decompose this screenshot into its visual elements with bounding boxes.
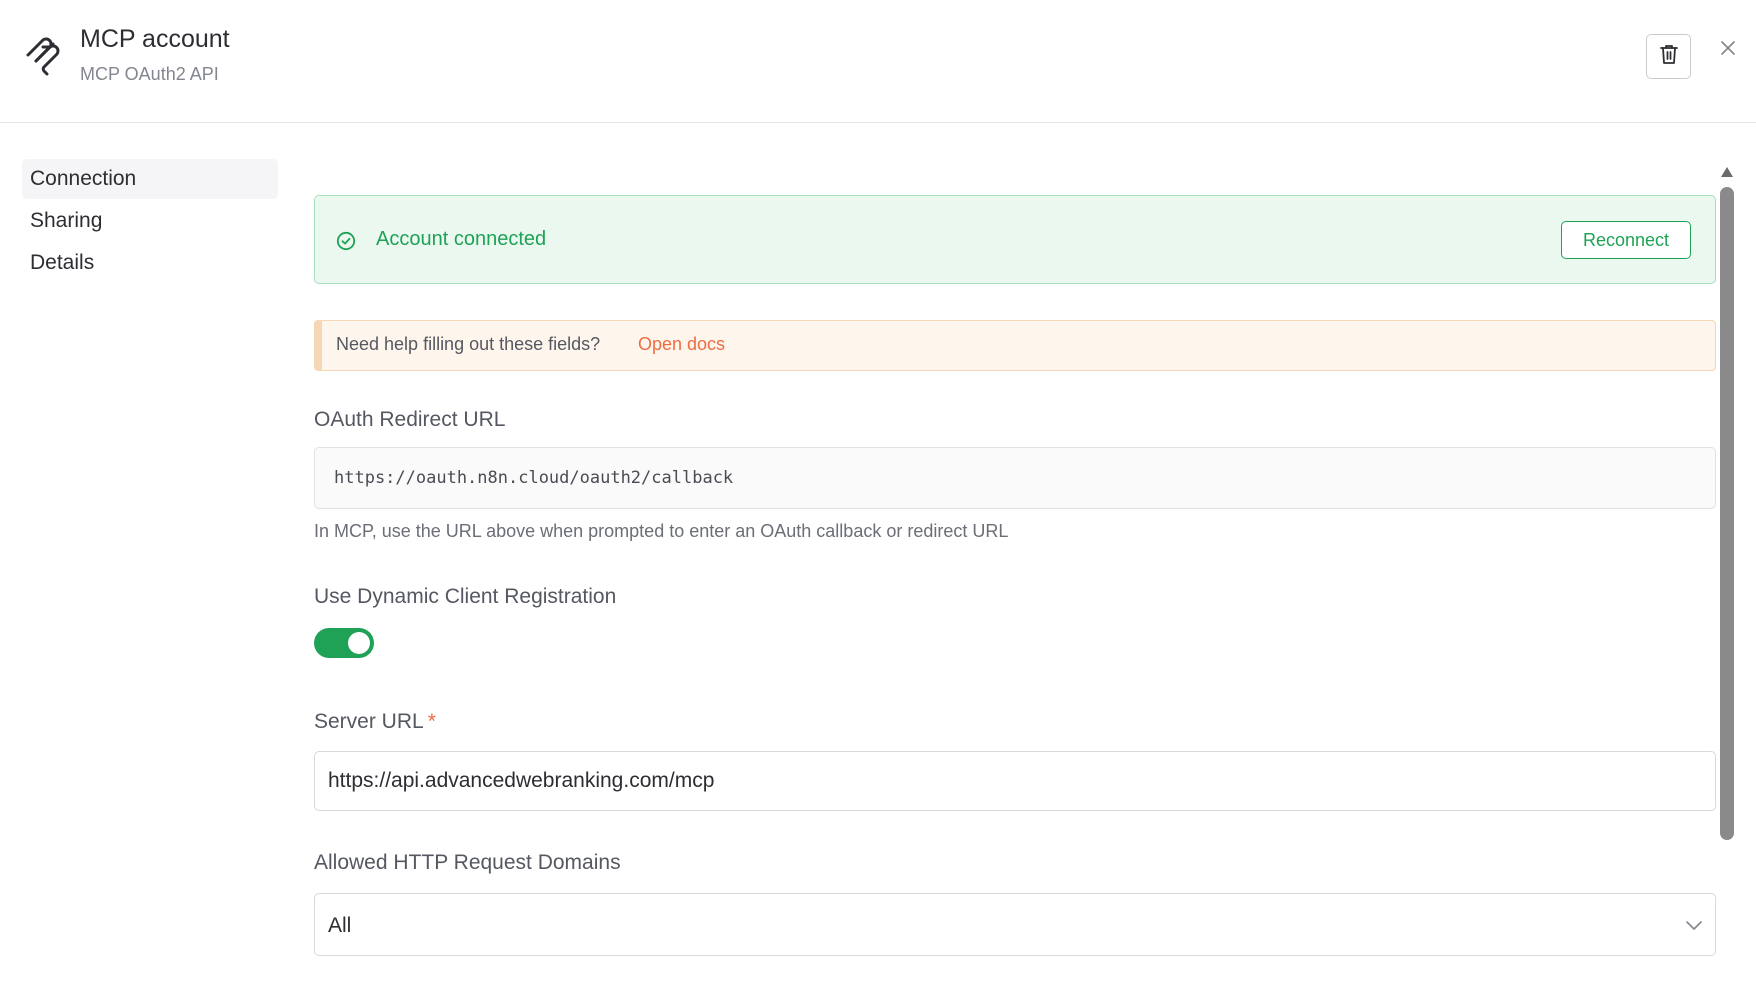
credential-sidebar: Connection Sharing Details <box>22 159 278 285</box>
close-icon <box>1720 40 1736 61</box>
oauth-redirect-value: https://oauth.n8n.cloud/oauth2/callback <box>334 468 734 488</box>
dynamic-registration-label: Use Dynamic Client Registration <box>314 585 617 608</box>
reconnect-button[interactable]: Reconnect <box>1561 221 1691 259</box>
scroll-up-arrow-icon[interactable] <box>1720 165 1734 177</box>
oauth-redirect-hint: In MCP, use the URL above when prompted … <box>314 521 1009 541</box>
server-url-input[interactable]: https://api.advancedwebranking.com/mcp <box>314 751 1716 811</box>
scrollbar-thumb[interactable] <box>1720 187 1734 840</box>
modal-header: MCP account MCP OAuth2 API <box>0 0 1756 123</box>
delete-button[interactable] <box>1646 34 1691 79</box>
dynamic-registration-toggle[interactable] <box>314 628 374 658</box>
close-button[interactable] <box>1716 38 1740 62</box>
help-text: Need help filling out these fields? <box>336 334 601 354</box>
help-banner: Need help filling out these fields? Open… <box>314 320 1716 371</box>
allowed-domains-label: Allowed HTTP Request Domains <box>314 851 621 874</box>
connection-status: Account connected <box>376 228 547 250</box>
credential-modal: MCP account MCP OAuth2 API Connection Sh… <box>0 0 1756 981</box>
sidebar-item-connection[interactable]: Connection <box>22 159 278 199</box>
modal-subtitle: MCP OAuth2 API <box>80 64 219 84</box>
modal-title: MCP account <box>80 25 230 53</box>
server-url-label: Server URL * <box>314 710 436 734</box>
server-url-label-text: Server URL <box>314 710 424 733</box>
required-marker: * <box>427 710 436 733</box>
trash-icon <box>1659 44 1678 69</box>
open-docs-link[interactable]: Open docs <box>638 334 725 355</box>
oauth-redirect-label: OAuth Redirect URL <box>314 408 506 431</box>
sidebar-item-sharing[interactable]: Sharing <box>22 201 278 241</box>
allowed-domains-value: All <box>328 914 352 937</box>
mcp-logo-icon <box>24 36 64 76</box>
allowed-domains-select[interactable]: All <box>314 893 1716 956</box>
connected-banner: Account connected Reconnect <box>314 195 1716 284</box>
chevron-down-icon <box>1685 918 1703 932</box>
toggle-knob <box>348 632 370 654</box>
oauth-redirect-field[interactable]: https://oauth.n8n.cloud/oauth2/callback <box>314 447 1716 509</box>
sidebar-item-details[interactable]: Details <box>22 243 278 283</box>
check-circle-icon <box>336 231 356 251</box>
connection-panel: Account connected Reconnect Need help fi… <box>314 138 1716 981</box>
server-url-value: https://api.advancedwebranking.com/mcp <box>328 769 715 792</box>
